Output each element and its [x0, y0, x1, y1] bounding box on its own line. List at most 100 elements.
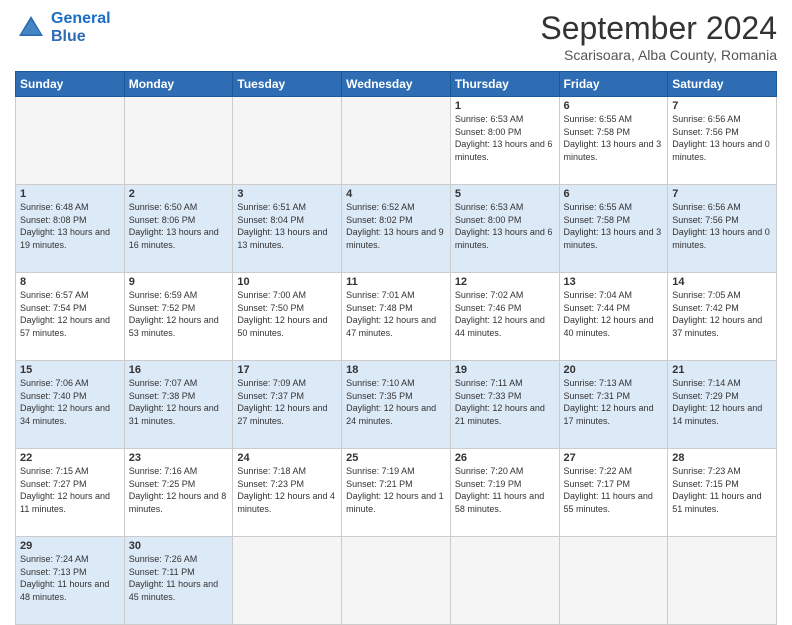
sunset-text: Sunset: 7:15 PM [672, 478, 772, 491]
daylight-text: Daylight: 12 hours and 47 minutes. [346, 314, 446, 339]
calendar-week-row: 29Sunrise: 7:24 AMSunset: 7:13 PMDayligh… [16, 537, 777, 625]
daylight-text: Daylight: 13 hours and 19 minutes. [20, 226, 120, 251]
day-number: 3 [237, 188, 337, 200]
day-number: 29 [20, 540, 120, 552]
sunset-text: Sunset: 7:27 PM [20, 478, 120, 491]
daylight-text: Daylight: 12 hours and 17 minutes. [564, 402, 664, 427]
sunrise-text: Sunrise: 6:52 AM [346, 201, 446, 214]
day-info: Sunrise: 7:23 AMSunset: 7:15 PMDaylight:… [672, 465, 772, 515]
day-number: 9 [129, 276, 229, 288]
daylight-text: Daylight: 13 hours and 16 minutes. [129, 226, 229, 251]
day-info: Sunrise: 6:55 AMSunset: 7:58 PMDaylight:… [564, 113, 664, 163]
table-row [16, 97, 125, 185]
table-row: 27Sunrise: 7:22 AMSunset: 7:17 PMDayligh… [559, 449, 668, 537]
day-number: 22 [20, 452, 120, 464]
day-number: 11 [346, 276, 446, 288]
day-number: 4 [346, 188, 446, 200]
table-row: 9Sunrise: 6:59 AMSunset: 7:52 PMDaylight… [124, 273, 233, 361]
sunset-text: Sunset: 7:21 PM [346, 478, 446, 491]
sunset-text: Sunset: 7:50 PM [237, 302, 337, 315]
day-number: 7 [672, 188, 772, 200]
daylight-text: Daylight: 12 hours and 50 minutes. [237, 314, 337, 339]
daylight-text: Daylight: 12 hours and 27 minutes. [237, 402, 337, 427]
sunset-text: Sunset: 7:31 PM [564, 390, 664, 403]
day-info: Sunrise: 6:51 AMSunset: 8:04 PMDaylight:… [237, 201, 337, 251]
sunset-text: Sunset: 8:08 PM [20, 214, 120, 227]
day-info: Sunrise: 6:59 AMSunset: 7:52 PMDaylight:… [129, 289, 229, 339]
day-info: Sunrise: 7:00 AMSunset: 7:50 PMDaylight:… [237, 289, 337, 339]
location-title: Scarisoara, Alba County, Romania [540, 47, 777, 63]
sunset-text: Sunset: 7:33 PM [455, 390, 555, 403]
day-number: 6 [564, 100, 664, 112]
table-row: 14Sunrise: 7:05 AMSunset: 7:42 PMDayligh… [668, 273, 777, 361]
calendar-week-row: 22Sunrise: 7:15 AMSunset: 7:27 PMDayligh… [16, 449, 777, 537]
table-row: 26Sunrise: 7:20 AMSunset: 7:19 PMDayligh… [450, 449, 559, 537]
day-info: Sunrise: 6:53 AMSunset: 8:00 PMDaylight:… [455, 113, 555, 163]
daylight-text: Daylight: 12 hours and 14 minutes. [672, 402, 772, 427]
sunrise-text: Sunrise: 6:53 AM [455, 201, 555, 214]
table-row [342, 537, 451, 625]
logo-text: General Blue [51, 10, 111, 45]
table-row: 24Sunrise: 7:18 AMSunset: 7:23 PMDayligh… [233, 449, 342, 537]
sunrise-text: Sunrise: 6:56 AM [672, 201, 772, 214]
sunrise-text: Sunrise: 7:13 AM [564, 377, 664, 390]
sunset-text: Sunset: 7:52 PM [129, 302, 229, 315]
day-info: Sunrise: 7:26 AMSunset: 7:11 PMDaylight:… [129, 553, 229, 603]
sunset-text: Sunset: 7:38 PM [129, 390, 229, 403]
table-row [342, 97, 451, 185]
sunset-text: Sunset: 7:56 PM [672, 126, 772, 139]
daylight-text: Daylight: 12 hours and 8 minutes. [129, 490, 229, 515]
sunset-text: Sunset: 8:00 PM [455, 126, 555, 139]
sunrise-text: Sunrise: 7:26 AM [129, 553, 229, 566]
sunset-text: Sunset: 7:42 PM [672, 302, 772, 315]
sunset-text: Sunset: 7:48 PM [346, 302, 446, 315]
sunrise-text: Sunrise: 7:10 AM [346, 377, 446, 390]
day-number: 1 [20, 188, 120, 200]
daylight-text: Daylight: 12 hours and 11 minutes. [20, 490, 120, 515]
day-number: 27 [564, 452, 664, 464]
sunrise-text: Sunrise: 7:20 AM [455, 465, 555, 478]
table-row: 7Sunrise: 6:56 AMSunset: 7:56 PMDaylight… [668, 185, 777, 273]
sunrise-text: Sunrise: 7:11 AM [455, 377, 555, 390]
header-saturday: Saturday [668, 72, 777, 97]
day-info: Sunrise: 6:56 AMSunset: 7:56 PMDaylight:… [672, 113, 772, 163]
sunset-text: Sunset: 8:02 PM [346, 214, 446, 227]
sunrise-text: Sunrise: 7:14 AM [672, 377, 772, 390]
table-row [559, 537, 668, 625]
day-number: 14 [672, 276, 772, 288]
day-info: Sunrise: 6:55 AMSunset: 7:58 PMDaylight:… [564, 201, 664, 251]
sunset-text: Sunset: 7:11 PM [129, 566, 229, 579]
header: General Blue September 2024 Scarisoara, … [15, 10, 777, 63]
daylight-text: Daylight: 12 hours and 21 minutes. [455, 402, 555, 427]
table-row: 17Sunrise: 7:09 AMSunset: 7:37 PMDayligh… [233, 361, 342, 449]
day-number: 23 [129, 452, 229, 464]
day-number: 18 [346, 364, 446, 376]
daylight-text: Daylight: 13 hours and 13 minutes. [237, 226, 337, 251]
day-info: Sunrise: 6:52 AMSunset: 8:02 PMDaylight:… [346, 201, 446, 251]
sunset-text: Sunset: 7:25 PM [129, 478, 229, 491]
sunrise-text: Sunrise: 6:55 AM [564, 113, 664, 126]
sunset-text: Sunset: 7:54 PM [20, 302, 120, 315]
sunset-text: Sunset: 8:04 PM [237, 214, 337, 227]
day-info: Sunrise: 7:22 AMSunset: 7:17 PMDaylight:… [564, 465, 664, 515]
logo-general: General [51, 10, 111, 27]
calendar-header-row: Sunday Monday Tuesday Wednesday Thursday… [16, 72, 777, 97]
day-info: Sunrise: 7:09 AMSunset: 7:37 PMDaylight:… [237, 377, 337, 427]
header-sunday: Sunday [16, 72, 125, 97]
sunrise-text: Sunrise: 6:55 AM [564, 201, 664, 214]
table-row: 1Sunrise: 6:48 AMSunset: 8:08 PMDaylight… [16, 185, 125, 273]
table-row: 10Sunrise: 7:00 AMSunset: 7:50 PMDayligh… [233, 273, 342, 361]
daylight-text: Daylight: 12 hours and 37 minutes. [672, 314, 772, 339]
table-row: 12Sunrise: 7:02 AMSunset: 7:46 PMDayligh… [450, 273, 559, 361]
day-info: Sunrise: 7:07 AMSunset: 7:38 PMDaylight:… [129, 377, 229, 427]
day-info: Sunrise: 7:15 AMSunset: 7:27 PMDaylight:… [20, 465, 120, 515]
day-info: Sunrise: 7:18 AMSunset: 7:23 PMDaylight:… [237, 465, 337, 515]
header-wednesday: Wednesday [342, 72, 451, 97]
sunset-text: Sunset: 7:19 PM [455, 478, 555, 491]
daylight-text: Daylight: 13 hours and 9 minutes. [346, 226, 446, 251]
table-row [124, 97, 233, 185]
table-row: 28Sunrise: 7:23 AMSunset: 7:15 PMDayligh… [668, 449, 777, 537]
sunrise-text: Sunrise: 7:16 AM [129, 465, 229, 478]
day-number: 16 [129, 364, 229, 376]
table-row: 25Sunrise: 7:19 AMSunset: 7:21 PMDayligh… [342, 449, 451, 537]
